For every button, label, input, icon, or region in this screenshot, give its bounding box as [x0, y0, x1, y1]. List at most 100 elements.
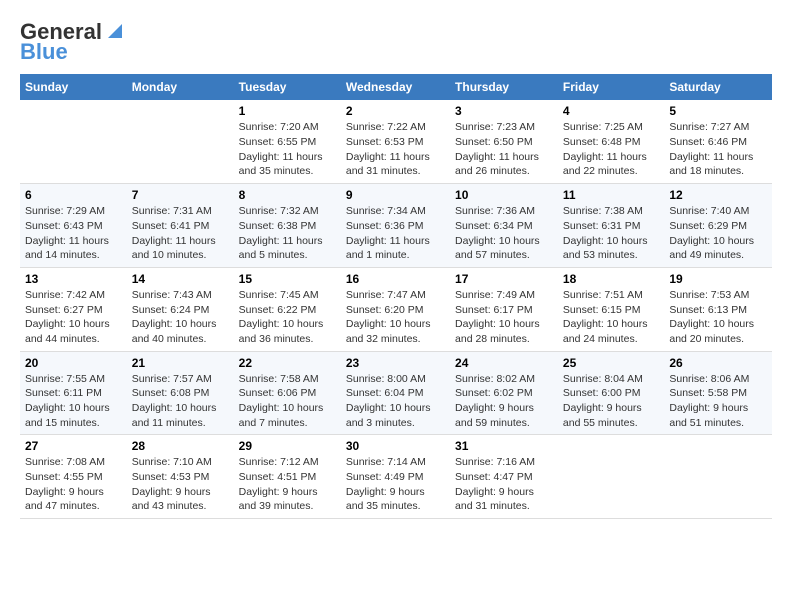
day-info: Sunrise: 8:04 AM Sunset: 6:00 PM Dayligh… — [563, 372, 659, 431]
day-number: 16 — [346, 272, 445, 286]
day-info: Sunrise: 7:38 AM Sunset: 6:31 PM Dayligh… — [563, 204, 659, 263]
week-row-4: 20 Sunrise: 7:55 AM Sunset: 6:11 PM Dayli… — [20, 351, 772, 435]
day-info: Sunrise: 7:40 AM Sunset: 6:29 PM Dayligh… — [669, 204, 767, 263]
day-number: 6 — [25, 188, 122, 202]
day-number: 9 — [346, 188, 445, 202]
day-info: Sunrise: 7:55 AM Sunset: 6:11 PM Dayligh… — [25, 372, 122, 431]
calendar-cell: 18Sunrise: 7:51 AM Sunset: 6:15 PM Dayli… — [558, 267, 664, 351]
calendar-cell: 10Sunrise: 7:36 AM Sunset: 6:34 PM Dayli… — [450, 184, 558, 268]
calendar-cell: 1 Sunrise: 7:20 AM Sunset: 6:55 PM Daylig… — [234, 100, 341, 183]
day-number: 30 — [346, 439, 445, 453]
calendar-cell: 8 Sunrise: 7:32 AM Sunset: 6:38 PM Daylig… — [234, 184, 341, 268]
day-number: 15 — [239, 272, 336, 286]
calendar-cell: 16 Sunrise: 7:47 AM Sunset: 6:20 PM Dayli… — [341, 267, 450, 351]
calendar-cell: 26 Sunrise: 8:06 AM Sunset: 5:58 PM Dayli… — [664, 351, 772, 435]
day-info: Sunrise: 7:20 AM Sunset: 6:55 PM Dayligh… — [239, 120, 336, 179]
day-number: 23 — [346, 356, 445, 370]
calendar-cell: 12Sunrise: 7:40 AM Sunset: 6:29 PM Dayli… — [664, 184, 772, 268]
day-info: Sunrise: 7:27 AM Sunset: 6:46 PM Dayligh… — [669, 120, 767, 179]
day-number: 25 — [563, 356, 659, 370]
calendar-cell: 20 Sunrise: 7:55 AM Sunset: 6:11 PM Dayli… — [20, 351, 127, 435]
day-info: Sunrise: 7:51 AM Sunset: 6:15 PM Dayligh… — [563, 288, 659, 347]
day-number: 8 — [239, 188, 336, 202]
calendar-cell: 21 Sunrise: 7:57 AM Sunset: 6:08 PM Dayli… — [127, 351, 234, 435]
logo: General Blue — [20, 20, 126, 64]
calendar-cell — [664, 435, 772, 519]
day-info: Sunrise: 7:08 AM Sunset: 4:55 PM Dayligh… — [25, 455, 122, 514]
col-header-wednesday: Wednesday — [341, 74, 450, 100]
day-info: Sunrise: 7:49 AM Sunset: 6:17 PM Dayligh… — [455, 288, 553, 347]
calendar-cell: 13 Sunrise: 7:42 AM Sunset: 6:27 PM Dayli… — [20, 267, 127, 351]
day-number: 31 — [455, 439, 553, 453]
calendar-cell: 2 Sunrise: 7:22 AM Sunset: 6:53 PM Daylig… — [341, 100, 450, 183]
logo-icon — [104, 20, 126, 42]
calendar-cell: 29 Sunrise: 7:12 AM Sunset: 4:51 PM Dayli… — [234, 435, 341, 519]
col-header-thursday: Thursday — [450, 74, 558, 100]
calendar-cell: 30 Sunrise: 7:14 AM Sunset: 4:49 PM Dayli… — [341, 435, 450, 519]
calendar-cell: 31 Sunrise: 7:16 AM Sunset: 4:47 PM Dayli… — [450, 435, 558, 519]
day-info: Sunrise: 7:25 AM Sunset: 6:48 PM Dayligh… — [563, 120, 659, 179]
day-info: Sunrise: 7:47 AM Sunset: 6:20 PM Dayligh… — [346, 288, 445, 347]
day-info: Sunrise: 7:42 AM Sunset: 6:27 PM Dayligh… — [25, 288, 122, 347]
day-number: 2 — [346, 104, 445, 118]
calendar-cell: 14Sunrise: 7:43 AM Sunset: 6:24 PM Dayli… — [127, 267, 234, 351]
calendar-cell: 23 Sunrise: 8:00 AM Sunset: 6:04 PM Dayli… — [341, 351, 450, 435]
week-row-5: 27 Sunrise: 7:08 AM Sunset: 4:55 PM Dayli… — [20, 435, 772, 519]
calendar-cell: 3 Sunrise: 7:23 AM Sunset: 6:50 PM Daylig… — [450, 100, 558, 183]
calendar-cell: 4 Sunrise: 7:25 AM Sunset: 6:48 PM Daylig… — [558, 100, 664, 183]
day-info: Sunrise: 7:22 AM Sunset: 6:53 PM Dayligh… — [346, 120, 445, 179]
day-info: Sunrise: 7:12 AM Sunset: 4:51 PM Dayligh… — [239, 455, 336, 514]
calendar-cell: 6 Sunrise: 7:29 AM Sunset: 6:43 PM Daylig… — [20, 184, 127, 268]
day-info: Sunrise: 7:57 AM Sunset: 6:08 PM Dayligh… — [132, 372, 229, 431]
day-number: 5 — [669, 104, 767, 118]
calendar-cell — [558, 435, 664, 519]
day-info: Sunrise: 7:14 AM Sunset: 4:49 PM Dayligh… — [346, 455, 445, 514]
day-number: 26 — [669, 356, 767, 370]
day-number: 20 — [25, 356, 122, 370]
calendar-cell: 28Sunrise: 7:10 AM Sunset: 4:53 PM Dayli… — [127, 435, 234, 519]
day-info: Sunrise: 7:58 AM Sunset: 6:06 PM Dayligh… — [239, 372, 336, 431]
day-number: 29 — [239, 439, 336, 453]
header: General Blue — [20, 20, 772, 64]
col-header-friday: Friday — [558, 74, 664, 100]
day-info: Sunrise: 8:06 AM Sunset: 5:58 PM Dayligh… — [669, 372, 767, 431]
calendar-cell: 25 Sunrise: 8:04 AM Sunset: 6:00 PM Dayli… — [558, 351, 664, 435]
day-number: 27 — [25, 439, 122, 453]
col-header-sunday: Sunday — [20, 74, 127, 100]
calendar-cell — [127, 100, 234, 183]
day-info: Sunrise: 7:29 AM Sunset: 6:43 PM Dayligh… — [25, 204, 122, 263]
day-info: Sunrise: 7:53 AM Sunset: 6:13 PM Dayligh… — [669, 288, 767, 347]
calendar-cell: 19 Sunrise: 7:53 AM Sunset: 6:13 PM Dayli… — [664, 267, 772, 351]
week-row-2: 6 Sunrise: 7:29 AM Sunset: 6:43 PM Daylig… — [20, 184, 772, 268]
day-number: 17 — [455, 272, 553, 286]
logo-blue: Blue — [20, 40, 68, 64]
day-number: 13 — [25, 272, 122, 286]
calendar-cell: 7Sunrise: 7:31 AM Sunset: 6:41 PM Daylig… — [127, 184, 234, 268]
day-info: Sunrise: 8:02 AM Sunset: 6:02 PM Dayligh… — [455, 372, 553, 431]
calendar-cell: 15 Sunrise: 7:45 AM Sunset: 6:22 PM Dayli… — [234, 267, 341, 351]
day-number: 4 — [563, 104, 659, 118]
day-info: Sunrise: 7:45 AM Sunset: 6:22 PM Dayligh… — [239, 288, 336, 347]
day-info: Sunrise: 8:00 AM Sunset: 6:04 PM Dayligh… — [346, 372, 445, 431]
day-number: 10 — [455, 188, 553, 202]
day-number: 1 — [239, 104, 336, 118]
day-number: 19 — [669, 272, 767, 286]
day-info: Sunrise: 7:16 AM Sunset: 4:47 PM Dayligh… — [455, 455, 553, 514]
day-info: Sunrise: 7:31 AM Sunset: 6:41 PM Dayligh… — [132, 204, 229, 263]
column-headers: SundayMondayTuesdayWednesdayThursdayFrid… — [20, 74, 772, 100]
day-info: Sunrise: 7:10 AM Sunset: 4:53 PM Dayligh… — [132, 455, 229, 514]
calendar-cell — [20, 100, 127, 183]
week-row-3: 13 Sunrise: 7:42 AM Sunset: 6:27 PM Dayli… — [20, 267, 772, 351]
day-info: Sunrise: 7:32 AM Sunset: 6:38 PM Dayligh… — [239, 204, 336, 263]
calendar-cell: 17 Sunrise: 7:49 AM Sunset: 6:17 PM Dayli… — [450, 267, 558, 351]
day-number: 3 — [455, 104, 553, 118]
calendar-cell: 9Sunrise: 7:34 AM Sunset: 6:36 PM Daylig… — [341, 184, 450, 268]
day-number: 21 — [132, 356, 229, 370]
calendar-table: SundayMondayTuesdayWednesdayThursdayFrid… — [20, 74, 772, 519]
day-number: 22 — [239, 356, 336, 370]
calendar-cell: 27 Sunrise: 7:08 AM Sunset: 4:55 PM Dayli… — [20, 435, 127, 519]
day-number: 24 — [455, 356, 553, 370]
calendar-cell: 11Sunrise: 7:38 AM Sunset: 6:31 PM Dayli… — [558, 184, 664, 268]
day-info: Sunrise: 7:23 AM Sunset: 6:50 PM Dayligh… — [455, 120, 553, 179]
calendar-cell: 5 Sunrise: 7:27 AM Sunset: 6:46 PM Daylig… — [664, 100, 772, 183]
